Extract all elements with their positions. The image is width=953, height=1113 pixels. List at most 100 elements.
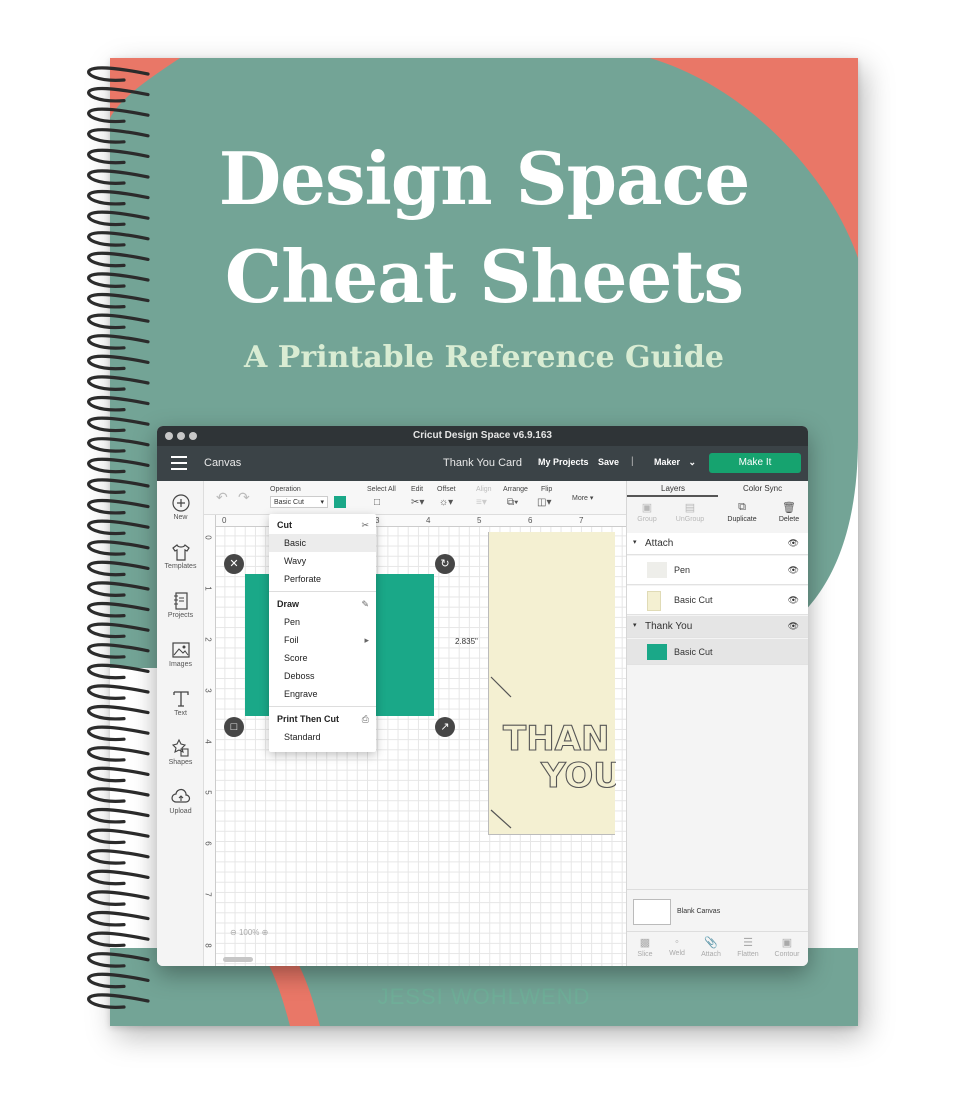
ungroup-button[interactable]: ▤ UnGroup [672, 501, 708, 523]
panel-divider [627, 931, 808, 932]
menu-item-basic[interactable]: Basic [269, 534, 376, 552]
spiral-coil [87, 457, 150, 474]
eye-icon[interactable]: 👁 [788, 538, 799, 549]
delete-handle-icon[interactable]: ✕ [224, 554, 244, 574]
slice-button[interactable]: ▩ Slice [627, 936, 663, 958]
layer-name: Pen [674, 565, 691, 575]
layer-group-name: Thank You [645, 621, 693, 632]
menu-header-cut: Cut ✂ [269, 516, 376, 534]
spiral-coil [87, 828, 150, 845]
rotate-handle-icon[interactable]: ↻ [435, 554, 455, 574]
horizontal-scrollbar[interactable] [223, 957, 253, 962]
app-header: Canvas Thank You Card My Projects Save |… [157, 446, 808, 481]
spiral-coil [87, 519, 150, 536]
layer-row[interactable]: Basic Cut [627, 639, 808, 665]
my-projects-link[interactable]: My Projects [538, 457, 589, 467]
save-button[interactable]: Save [598, 457, 619, 467]
more-button[interactable]: More ▾ [572, 494, 593, 502]
spiral-coil [87, 66, 150, 82]
eye-icon[interactable]: 👁 [788, 621, 799, 632]
layer-row[interactable]: Pen 👁 [627, 556, 808, 585]
expand-caret-icon[interactable]: ▾ [633, 538, 637, 546]
shapes-tool[interactable]: Shapes [157, 738, 204, 766]
panel-divider [627, 889, 808, 890]
layer-group-thank-you[interactable]: ▾ Thank You 👁 [627, 616, 808, 638]
card-object[interactable]: THAN YOU [488, 532, 616, 835]
ruler-tick-label: 2 [203, 637, 213, 642]
layer-group-attach[interactable]: ▾ Attach 👁 [627, 533, 808, 555]
ruler-tick-label: 6 [528, 516, 533, 525]
images-tool[interactable]: Images [157, 640, 204, 668]
menu-item-score[interactable]: Score [269, 649, 376, 667]
templates-tool[interactable]: Templates [157, 542, 204, 570]
spiral-coil [87, 993, 150, 1009]
menu-item-foil-label: Foil [284, 635, 299, 645]
menu-item-pen[interactable]: Pen [269, 613, 376, 631]
menu-item-perforate[interactable]: Perforate [269, 570, 376, 588]
layer-name: Basic Cut [674, 647, 713, 657]
zoom-in-icon[interactable]: ⊕ [262, 928, 269, 937]
expand-caret-icon[interactable]: ▾ [633, 621, 637, 629]
text-icon [172, 691, 189, 707]
blank-canvas-swatch[interactable] [633, 899, 671, 925]
offset-label: Offset [437, 486, 456, 493]
text-tool[interactable]: Text [157, 689, 204, 717]
weld-label: Weld [669, 950, 685, 957]
menu-item-standard[interactable]: Standard [269, 728, 376, 746]
spiral-coil [87, 766, 150, 783]
zoom-out-icon[interactable]: ⊖ [230, 928, 237, 937]
left-toolbar: New Templates Projects Images Text Shape… [157, 481, 204, 966]
dimension-label: 2.835" [455, 637, 478, 646]
operation-color-swatch[interactable] [334, 496, 346, 508]
flatten-button[interactable]: ☰ Flatten [730, 936, 766, 958]
attach-button[interactable]: 📎 Attach [693, 936, 729, 958]
select-all-icon[interactable]: □ [374, 497, 380, 508]
eye-icon[interactable]: 👁 [788, 565, 799, 576]
layers-panel: Layers Color Sync ▣ Group ▤ UnGroup ⧉ Dupli… [626, 481, 808, 966]
projects-tool[interactable]: Projects [157, 591, 204, 619]
align-icon[interactable]: ≡▾ [476, 497, 487, 508]
zoom-level: 100% [238, 928, 260, 937]
delete-button[interactable]: 🗑 Delete [771, 501, 807, 523]
eye-icon[interactable]: 👁 [788, 595, 799, 606]
hamburger-menu-icon[interactable] [171, 456, 187, 470]
menu-header-draw: Draw ✎ [269, 595, 376, 613]
menu-item-foil[interactable]: Foil ▸ [269, 631, 376, 649]
spiral-coil [87, 787, 150, 803]
resize-handle-icon[interactable]: ↗ [435, 717, 455, 737]
slice-icon: ▩ [639, 937, 651, 949]
spiral-binding [87, 66, 150, 1009]
contour-button[interactable]: ▣ Contour [769, 936, 805, 958]
operation-select[interactable]: Basic Cut ▾ [270, 496, 328, 508]
ruler-tick-label: 4 [203, 739, 213, 744]
tab-layers[interactable]: Layers [661, 484, 685, 493]
operation-value: Basic Cut [274, 499, 304, 506]
spiral-coil [87, 807, 150, 824]
upload-tool[interactable]: Upload [157, 787, 204, 815]
group-button[interactable]: ▣ Group [629, 501, 665, 523]
arrange-icon[interactable]: ⧉▾ [507, 497, 518, 508]
layer-row[interactable]: Basic Cut 👁 [627, 586, 808, 615]
undo-icon[interactable]: ↶ [216, 489, 228, 506]
spiral-coil [87, 663, 150, 680]
edit-scissors-icon[interactable]: ✂▾ [411, 497, 424, 508]
lock-handle-icon[interactable]: □ [224, 717, 244, 737]
spiral-coil [87, 560, 150, 577]
group-icon: ▣ [641, 502, 653, 514]
attach-label: Attach [701, 951, 721, 958]
flip-icon[interactable]: ◫▾ [537, 497, 551, 508]
redo-icon[interactable]: ↷ [238, 489, 250, 506]
menu-item-deboss[interactable]: Deboss [269, 667, 376, 685]
machine-select[interactable]: Maker ⌄ [654, 457, 696, 468]
menu-item-wavy[interactable]: Wavy [269, 552, 376, 570]
offset-icon[interactable]: ☼▾ [439, 497, 453, 508]
menu-item-engrave[interactable]: Engrave [269, 685, 376, 703]
spiral-coil [87, 972, 150, 989]
active-tab-indicator [627, 495, 718, 497]
weld-button[interactable]: ◦ Weld [659, 936, 695, 957]
make-it-button[interactable]: Make It [709, 453, 801, 473]
duplicate-button[interactable]: ⧉ Duplicate [724, 501, 760, 523]
plus-circle-icon [171, 494, 190, 512]
new-tool[interactable]: New [157, 493, 204, 521]
tab-color-sync[interactable]: Color Sync [743, 484, 782, 493]
